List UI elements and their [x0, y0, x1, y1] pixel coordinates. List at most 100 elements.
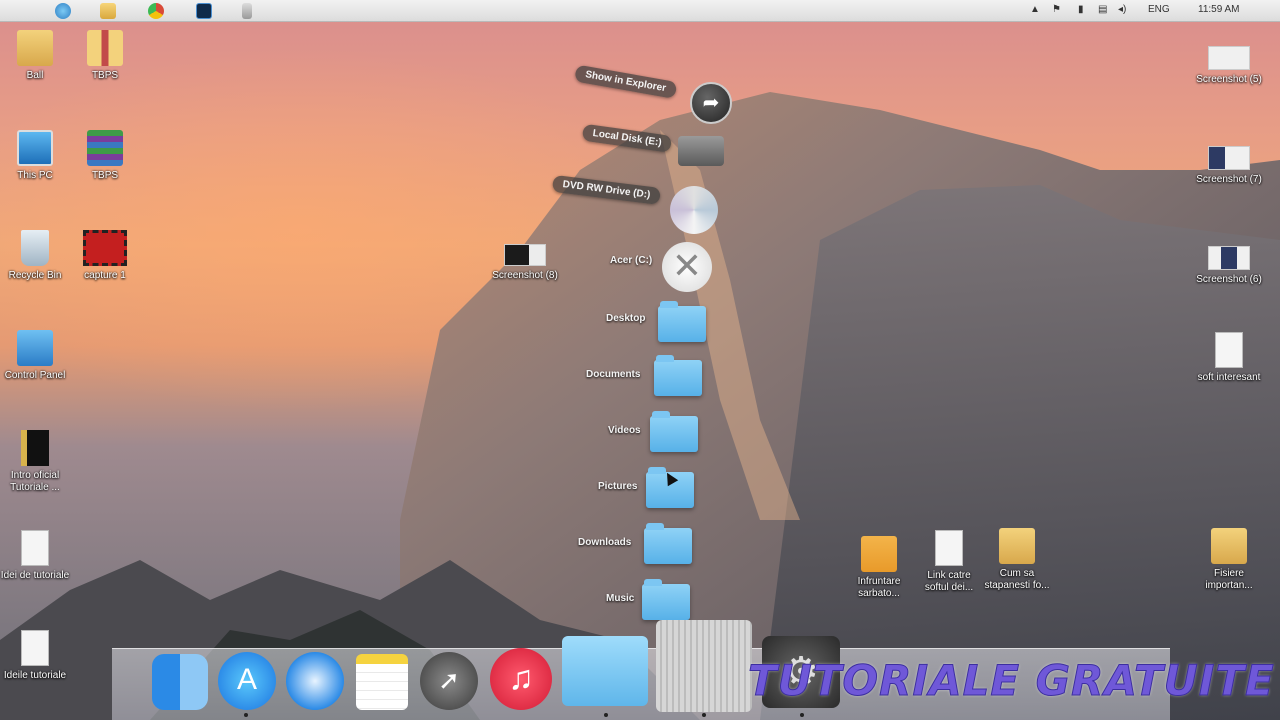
running-indicator — [244, 713, 248, 717]
desktop-icon-label: Screenshot (7) — [1196, 174, 1262, 185]
folder-icon — [861, 536, 897, 572]
image-file-icon — [1208, 46, 1250, 70]
os-x-disk-icon[interactable]: ✕ — [662, 242, 712, 292]
documents-folder-icon[interactable] — [654, 355, 702, 396]
desktop-icon-screenshot-6[interactable]: Screenshot (6) — [1194, 246, 1264, 286]
downloads-folder-icon[interactable] — [644, 523, 692, 564]
desktop-icon-label: Link catre softul dei... — [924, 570, 974, 593]
desktop-icon-label: Recycle Bin — [8, 270, 62, 281]
stack-item-pictures[interactable]: Pictures — [588, 478, 647, 495]
desktop: { "taskbar": { "language": "ENG", "clock… — [0, 0, 1280, 720]
stack-item-documents[interactable]: Documents — [576, 366, 650, 383]
dvd-icon[interactable] — [670, 186, 718, 234]
desktop-icon-label: Screenshot (5) — [1196, 74, 1262, 85]
stack-item-videos[interactable]: Videos — [598, 422, 651, 439]
arrow-icon: ➦ — [702, 92, 720, 114]
network-icon[interactable]: ▤ — [1098, 4, 1107, 15]
desktop-icon-screenshot-5[interactable]: Screenshot (5) — [1194, 46, 1264, 86]
show-in-explorer-button[interactable]: ➦ — [690, 82, 732, 124]
flag-icon[interactable]: ▲ — [1030, 4, 1040, 15]
clock[interactable]: 11:59 AM — [1198, 4, 1240, 15]
document-icon — [21, 630, 49, 666]
desktop-icon-intro[interactable]: Intro oficial Tutoriale ... — [0, 430, 70, 494]
battery-icon[interactable]: ▮ — [1078, 4, 1084, 15]
applications-folder-icon[interactable] — [562, 636, 648, 706]
desktop-icon-ball[interactable]: Ball — [0, 30, 70, 82]
desktop-icon-label: This PC — [17, 170, 53, 181]
winrar-archive-icon — [87, 30, 123, 66]
watermark: TUTORIALE GRATUITE — [748, 656, 1275, 706]
desktop-icon-screenshot-7[interactable]: Screenshot (7) — [1194, 146, 1264, 186]
mac-pro-icon[interactable] — [656, 620, 752, 712]
app-icon[interactable] — [242, 3, 252, 19]
wallpaper-mountain — [0, 92, 1280, 720]
image-file-icon — [1208, 246, 1250, 270]
app-store-icon[interactable]: A — [218, 652, 276, 710]
desktop-icon-capture[interactable]: capture 1 — [70, 230, 140, 282]
desktop-icon-label: Infruntare sarbato... — [857, 576, 901, 599]
stack-item-music[interactable]: Music — [596, 590, 644, 607]
desktop-folder-icon[interactable] — [658, 301, 706, 342]
desktop-icon-infruntare[interactable]: Infruntare sarbato... — [844, 536, 914, 600]
folder-icon — [999, 528, 1035, 564]
desktop-icon-link-catre[interactable]: Link catre softul dei... — [914, 530, 984, 594]
desktop-icon-screenshot-8[interactable]: Screenshot (8) — [490, 244, 560, 282]
music-folder-icon[interactable] — [642, 579, 690, 620]
running-indicator — [800, 713, 804, 717]
running-indicator — [604, 713, 608, 717]
desktop-icon-label: soft interesant — [1197, 372, 1261, 383]
desktop-icon-fisiere[interactable]: Fisiere importan... — [1194, 528, 1264, 592]
videos-folder-icon[interactable] — [650, 411, 698, 452]
desktop-icon-idei[interactable]: Idei de tutoriale — [0, 530, 70, 582]
folder-icon — [1211, 528, 1247, 564]
photoshop-icon[interactable] — [196, 3, 212, 19]
finder-icon[interactable] — [152, 654, 208, 710]
desktop-icon-control-panel[interactable]: Control Panel — [0, 330, 70, 382]
stack-item-downloads[interactable]: Downloads — [568, 534, 641, 551]
desktop-icon-label: Screenshot (8) — [492, 270, 558, 281]
desktop-icon-label: Ball — [26, 70, 44, 81]
desktop-icon-soft-interesant[interactable]: soft interesant — [1194, 332, 1264, 384]
image-file-icon — [504, 244, 546, 266]
video-file-icon — [83, 230, 127, 266]
language-indicator[interactable]: ENG — [1148, 4, 1170, 15]
itunes-icon[interactable]: ♫ — [490, 648, 552, 710]
desktop-icon-label: Intro oficial Tutoriale ... — [10, 470, 60, 493]
control-panel-icon — [17, 330, 53, 366]
computer-icon — [17, 130, 53, 166]
desktop-icon-this-pc[interactable]: This PC — [0, 130, 70, 182]
desktop-icon-label: TBPS — [91, 70, 119, 81]
ie-icon[interactable] — [55, 3, 71, 19]
hard-disk-icon[interactable] — [678, 136, 724, 166]
file-explorer-icon[interactable] — [100, 3, 116, 19]
recycle-bin-icon — [21, 230, 49, 266]
stack-item-acer-c[interactable]: Acer (C:) — [600, 252, 662, 269]
document-icon — [935, 530, 963, 566]
volume-icon[interactable]: ◂) — [1118, 4, 1126, 15]
taskbar: ▲ ⚑ ▮ ▤ ◂) ENG 11:59 AM — [0, 0, 1280, 22]
desktop-icon-label: capture 1 — [84, 270, 126, 281]
desktop-icon-tbps-2[interactable]: TBPS — [70, 130, 140, 182]
desktop-icon-recycle-bin[interactable]: Recycle Bin — [0, 230, 70, 282]
stack-item-desktop[interactable]: Desktop — [596, 310, 655, 327]
stack-item-local-disk-e[interactable]: Local Disk (E:) — [581, 123, 673, 153]
running-indicator — [702, 713, 706, 717]
safari-icon[interactable] — [286, 652, 344, 710]
action-center-icon[interactable]: ⚑ — [1052, 4, 1061, 15]
launchpad-icon[interactable]: ➚ — [420, 652, 478, 710]
image-file-icon — [1208, 146, 1250, 170]
show-in-explorer-label[interactable]: Show in Explorer — [574, 64, 678, 99]
desktop-icon-label: Fisiere importan... — [1205, 568, 1253, 591]
desktop-icon-label: Screenshot (6) — [1196, 274, 1262, 285]
desktop-icon-ideile[interactable]: Ideile tutoriale — [0, 630, 70, 682]
stack-item-dvd-rw-drive-d[interactable]: DVD RW Drive (D:) — [551, 174, 662, 205]
desktop-icon-tbps[interactable]: TBPS — [70, 30, 140, 82]
document-icon — [1215, 332, 1243, 368]
desktop-icon-cum-sa[interactable]: Cum sa stapanesti fo... — [982, 528, 1052, 592]
desktop-icon-label: TBPS — [91, 170, 119, 181]
notes-icon[interactable] — [356, 654, 408, 710]
desktop-icon-label: Ideile tutoriale — [3, 670, 67, 681]
desktop-icon-label: Idei de tutoriale — [0, 570, 70, 581]
chrome-icon[interactable] — [148, 3, 164, 19]
winrar-archive-icon — [87, 130, 123, 166]
